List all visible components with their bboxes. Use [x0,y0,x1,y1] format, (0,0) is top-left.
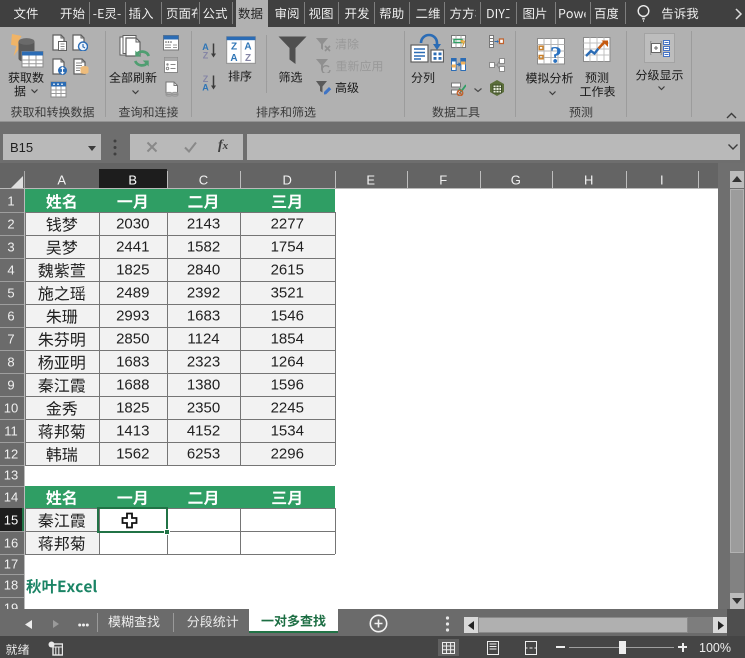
svg-text:Z: Z [245,53,251,64]
svg-text:?: ? [550,43,562,67]
svg-text:Z: Z [231,42,237,53]
svg-text:A: A [230,53,237,64]
svg-text:A: A [202,83,209,92]
svg-text:A: A [244,42,251,53]
svg-text:Z: Z [203,51,209,60]
